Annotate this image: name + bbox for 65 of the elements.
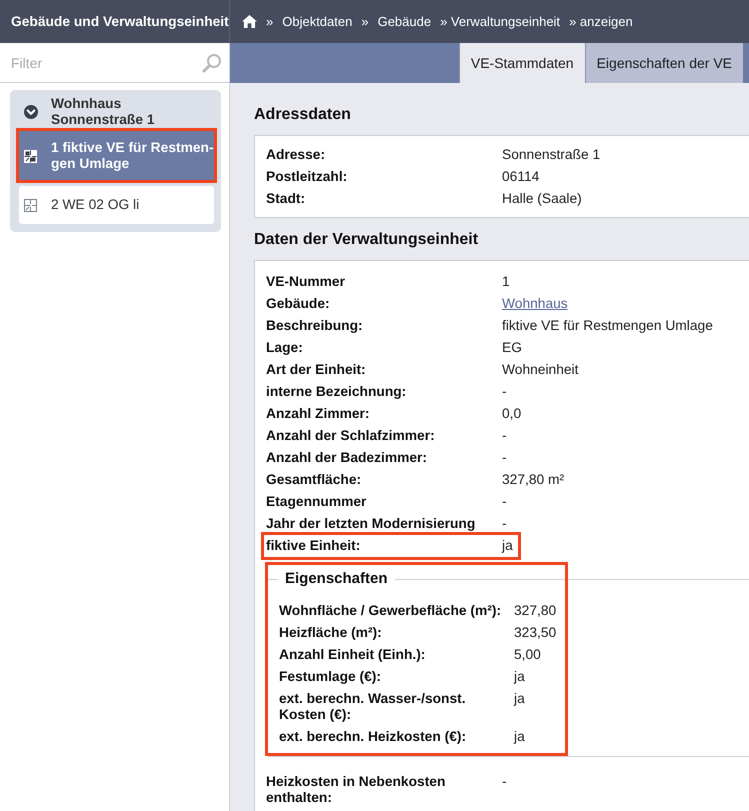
field-label: Stadt:	[266, 191, 306, 207]
field-label: Gesamtfläche:	[266, 472, 362, 488]
field-value: EG	[502, 340, 522, 356]
section-title: Adressdaten	[254, 105, 352, 125]
tab[interactable]: VE-Stammdaten	[458, 43, 585, 83]
field-label: Adresse:	[266, 147, 326, 163]
field-label: fiktive Einheit:	[266, 538, 362, 554]
breadcrumb-separator: »	[266, 14, 274, 30]
tab[interactable]: Eigenschaften der VE	[584, 43, 743, 83]
field-link[interactable]: Wohnhaus	[502, 296, 568, 312]
field-label: Gebäude:	[266, 296, 331, 312]
field-value: -	[502, 384, 507, 400]
field-value: 1	[502, 274, 510, 290]
field-label: Art der Einheit:	[266, 362, 367, 378]
breadcrumb-link[interactable]: » anzeigen	[569, 14, 633, 30]
field-value: Halle (Saale)	[502, 191, 582, 207]
field-value: -	[502, 428, 507, 444]
field-value: 327,80 m²	[502, 472, 564, 488]
field-label: Lage:	[266, 340, 304, 356]
field-value: ja	[514, 691, 525, 708]
field-label: Heizfläche (m²):	[279, 625, 383, 641]
field-label: Anzahl der Schlafzimmer:	[266, 428, 436, 444]
field-label: Beschreibung:	[266, 318, 364, 334]
breadcrumb-link[interactable]: Gebäude	[378, 14, 432, 30]
field-label: Jahr der letzten Modernisierung	[266, 516, 476, 532]
section-title: Daten der Verwaltungseinheit	[254, 230, 480, 250]
field-value: Sonnenstraße 1	[502, 147, 600, 163]
field-value: Wohneinheit	[502, 362, 578, 378]
field-value: fiktive VE für Restmengen Umlage	[502, 318, 713, 334]
breadcrumb-link[interactable]: » Verwaltungseinheit	[440, 14, 560, 30]
field-label: Anzahl der Badezimmer:	[266, 450, 428, 466]
field-label: Postleitzahl:	[266, 169, 348, 185]
field-value: ja	[502, 538, 513, 554]
field-value: -	[502, 516, 507, 532]
floor-plan-icon	[24, 198, 37, 212]
field-value: 327,80	[514, 603, 556, 619]
chevron-down-icon[interactable]	[24, 105, 38, 119]
field-label: ext. berechn. Wasser-/sonst. Kosten (€):	[279, 691, 467, 723]
floor-plan-icon	[24, 150, 37, 162]
field-label: VE-Nummer	[266, 274, 346, 290]
tree-node[interactable]: Wohnhaus Sonnenstraße 1	[19, 96, 214, 128]
tree-item[interactable]: 1 fiktive VE für Restmen-gen Umlage	[19, 131, 214, 180]
field-label: Anzahl Zimmer:	[266, 406, 370, 422]
field-label: Anzahl Einheit (Einh.):	[279, 647, 426, 663]
field-label: ext. berechn. Heizkosten (€):	[279, 729, 468, 745]
field-value: 5,00	[514, 647, 541, 663]
field-label: interne Bezeichnung:	[266, 384, 408, 400]
breadcrumb-link[interactable]: Objektdaten	[282, 14, 352, 30]
field-label: Heizkosten in Nebenkosten enthalten:	[266, 774, 446, 806]
breadcrumb-separator: »	[361, 14, 369, 30]
field-value: -	[502, 494, 507, 510]
field-value: 323,50	[514, 625, 556, 641]
field-value: 06114	[502, 169, 540, 185]
field-label: Festumlage (€):	[279, 669, 382, 685]
field-value: ja	[514, 729, 525, 745]
home-icon[interactable]	[242, 15, 257, 28]
fieldset-legend: Eigenschaften	[278, 569, 395, 589]
field-label: Etagennummer	[266, 494, 368, 510]
field-value: ja	[514, 669, 525, 685]
field-value: -	[502, 774, 507, 791]
filter-field[interactable]: Filter	[11, 50, 198, 74]
field-label: Wohnfläche / Gewerbefläche (m²):	[279, 603, 502, 619]
field-value: 0,0	[502, 406, 522, 422]
tree-item[interactable]: 2 WE 02 OG li	[19, 186, 214, 224]
field-value: -	[502, 450, 507, 466]
